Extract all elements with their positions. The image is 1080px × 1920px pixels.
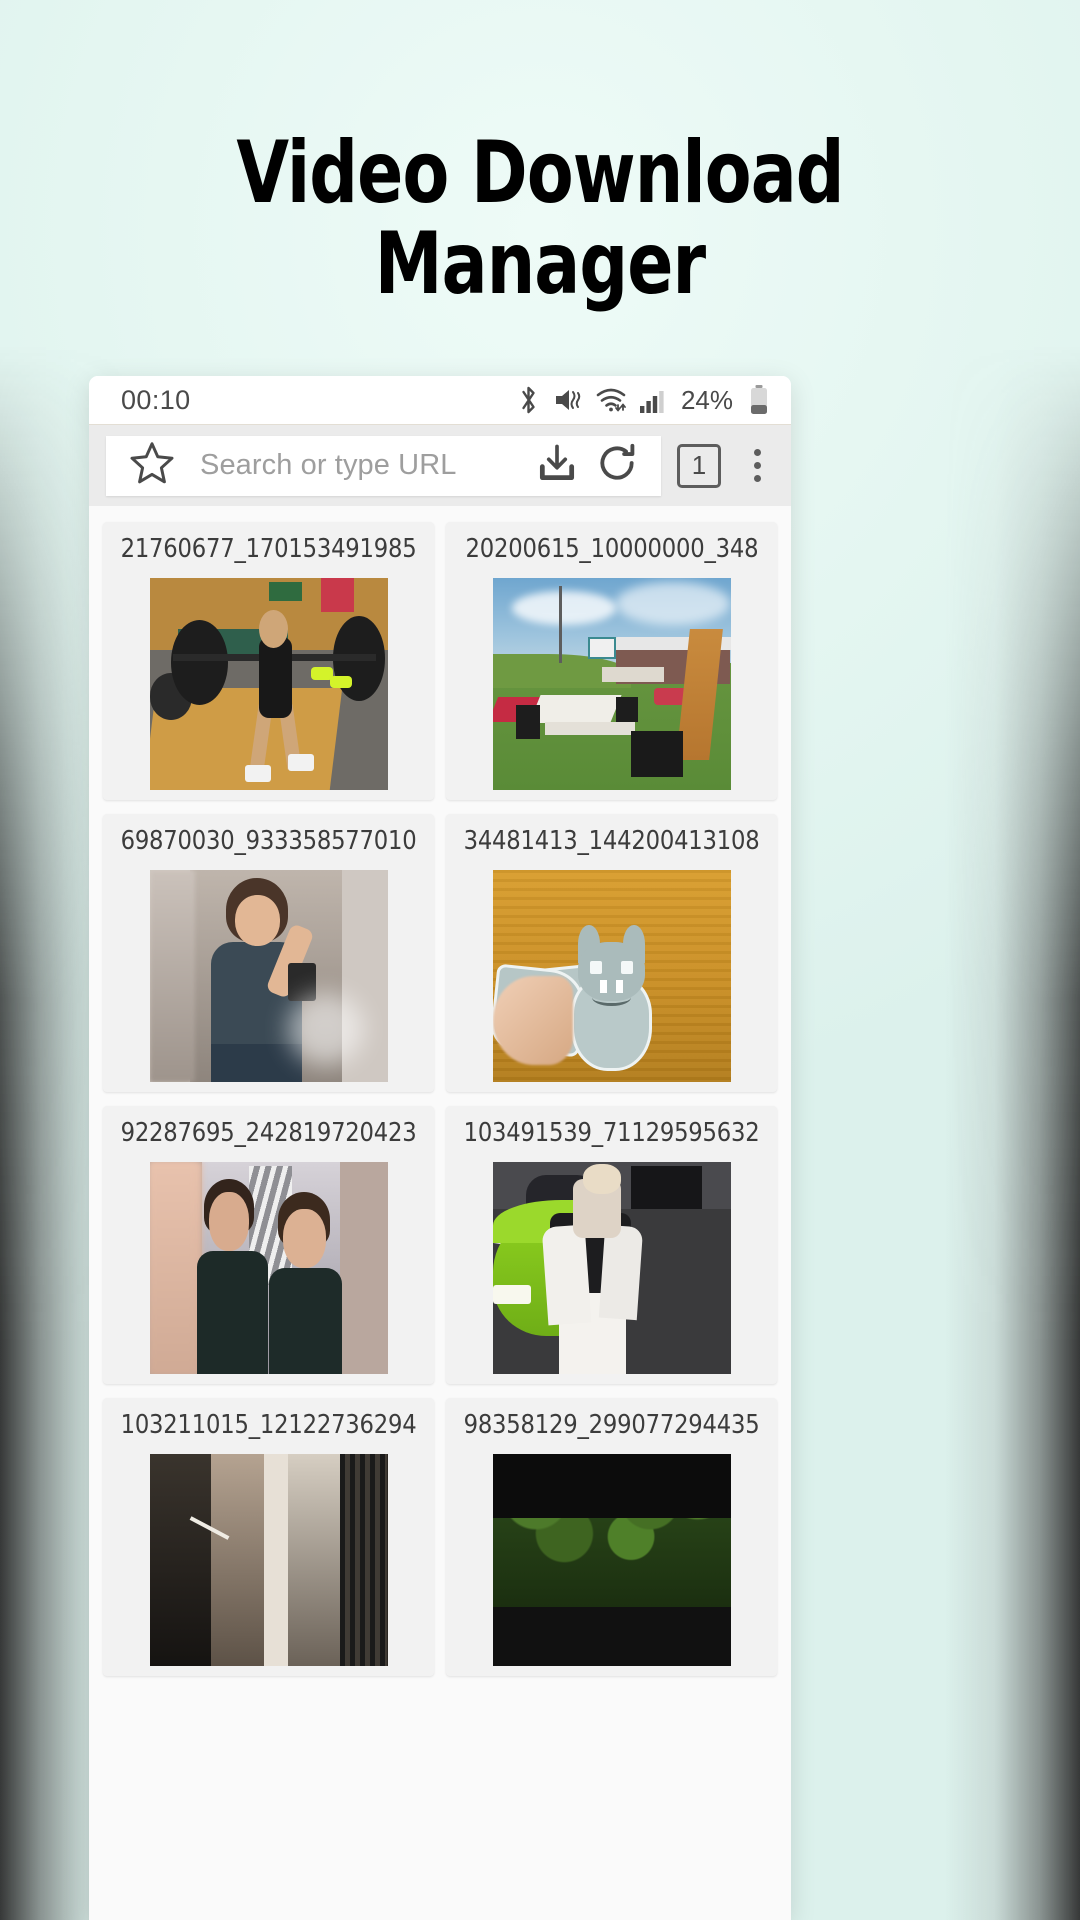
video-title: 103211015_12122736294 — [120, 1410, 417, 1440]
page-title: Video Download Manager — [236, 123, 844, 314]
tab-counter-button[interactable]: 1 — [677, 443, 721, 488]
cellular-signal-icon — [639, 386, 665, 414]
dark-hallway-thumbnail[interactable] — [149, 1454, 388, 1666]
video-grid: 21760677_170153491985 20200615_10000000_… — [103, 522, 777, 1676]
video-card[interactable]: 92287695_242819720423 — [103, 1106, 434, 1384]
battery-low-icon — [749, 384, 769, 416]
url-bar[interactable]: Search or type URL — [106, 435, 661, 496]
gym-weightlifting-thumbnail[interactable] — [149, 578, 388, 790]
phone-mockup: 00:10 24% Search or type URL 1 21760677_… — [89, 376, 791, 1920]
battery-percent-label: 24% — [680, 384, 733, 415]
video-card[interactable]: 103211015_12122736294 — [103, 1398, 434, 1676]
video-card[interactable]: 103491539_71129595632 — [446, 1106, 777, 1384]
menu-dot — [753, 449, 761, 456]
menu-dot — [753, 462, 761, 469]
video-title: 103491539_71129595632 — [463, 1118, 760, 1148]
video-card[interactable]: 21760677_170153491985 — [103, 522, 434, 800]
paper-bat-craft-thumbnail[interactable] — [492, 870, 731, 1082]
mute-vibrate-icon — [553, 385, 583, 415]
menu-dot — [753, 475, 761, 482]
video-card[interactable]: 20200615_10000000_348 — [446, 522, 777, 800]
wifi-icon — [595, 385, 627, 415]
refresh-icon[interactable] — [595, 441, 639, 490]
search-input[interactable]: Search or type URL — [200, 449, 527, 482]
video-card[interactable]: 69870030_933358577010 — [103, 814, 434, 1092]
video-list-container: 21760677_170153491985 20200615_10000000_… — [89, 506, 791, 1920]
browser-toolbar: Search or type URL 1 — [89, 424, 791, 506]
video-title: 92287695_242819720423 — [120, 1118, 417, 1148]
download-icon[interactable] — [535, 441, 579, 490]
stadium-field-thumbnail[interactable] — [492, 578, 731, 790]
video-title: 20200615_10000000_348 — [465, 534, 758, 564]
status-icon-tray: 24% — [516, 384, 769, 416]
video-card[interactable]: 98358129_299077294435 — [446, 1398, 777, 1676]
status-clock: 00:10 — [121, 384, 191, 415]
star-icon[interactable] — [128, 439, 176, 492]
green-foliage-thumbnail[interactable] — [492, 1454, 731, 1666]
video-title: 98358129_299077294435 — [463, 1410, 760, 1440]
video-title: 21760677_170153491985 — [120, 534, 417, 564]
status-bar: 00:10 24% — [89, 376, 791, 424]
three-dot-menu-icon[interactable] — [729, 449, 785, 482]
two-women-selfie-thumbnail[interactable] — [149, 1162, 388, 1374]
bluetooth-icon — [516, 385, 541, 415]
green-sports-car-thumbnail[interactable] — [492, 1162, 731, 1374]
video-title: 69870030_933358577010 — [120, 826, 417, 856]
video-title: 34481413_144200413108 — [463, 826, 760, 856]
mirror-selfie-thumbnail[interactable] — [149, 870, 388, 1082]
video-card[interactable]: 34481413_144200413108 — [446, 814, 777, 1092]
